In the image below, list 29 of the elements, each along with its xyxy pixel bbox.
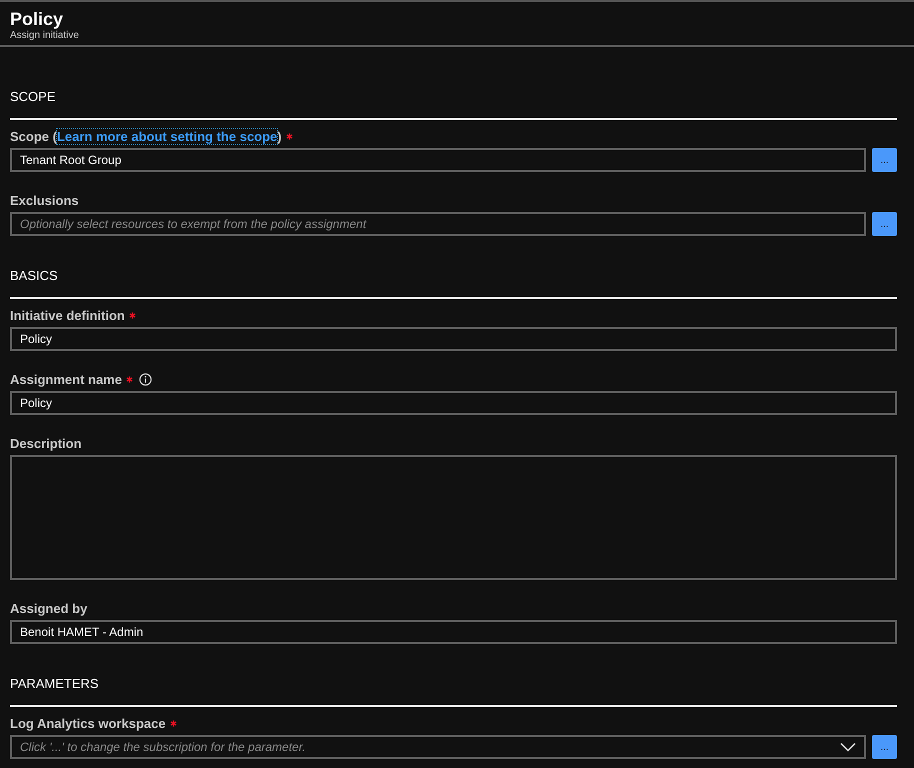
field-label: Exclusions	[10, 192, 79, 208]
chevron-down-icon	[840, 742, 856, 752]
field-label: Description	[10, 436, 82, 450]
required-asterisk-icon	[170, 720, 177, 726]
text-field[interactable]: Policy	[10, 391, 897, 415]
field-label: Assignment name	[10, 372, 122, 386]
field-label: Assigned by	[10, 600, 88, 616]
blade-subtitle: Assign initiative	[10, 30, 80, 42]
section-heading: PARAMETERS	[10, 676, 897, 707]
required-asterisk-icon	[128, 312, 136, 318]
browse-button[interactable]: ...	[872, 735, 897, 759]
required-asterisk-icon	[286, 132, 293, 140]
info-icon[interactable]	[138, 372, 152, 386]
text-field[interactable]: Tenant Root Group	[10, 148, 866, 172]
field-label: Scope (Learn more about setting the scope)	[10, 128, 282, 144]
browse-button[interactable]: ...	[872, 148, 897, 172]
section-heading: BASICS	[10, 268, 897, 299]
field-label: Initiative definition	[10, 308, 125, 322]
text-field[interactable]: Policy	[10, 327, 897, 351]
blade-title: Policy	[10, 8, 64, 30]
text-field[interactable]: Benoit HAMET - Admin	[10, 620, 897, 644]
learn-more-link[interactable]: Learn more about setting the scope	[56, 128, 278, 144]
dropdown-field[interactable]: Click '...' to change the subscription for the parameter.	[10, 735, 866, 759]
browse-button[interactable]: ...	[872, 212, 897, 236]
field-label: Log Analytics workspace	[10, 716, 166, 730]
text-field[interactable]: Optionally select resources to exempt from the policy assignment	[10, 212, 866, 236]
description-field[interactable]	[10, 455, 897, 580]
required-asterisk-icon	[126, 376, 133, 382]
section-heading: SCOPE	[10, 89, 897, 120]
